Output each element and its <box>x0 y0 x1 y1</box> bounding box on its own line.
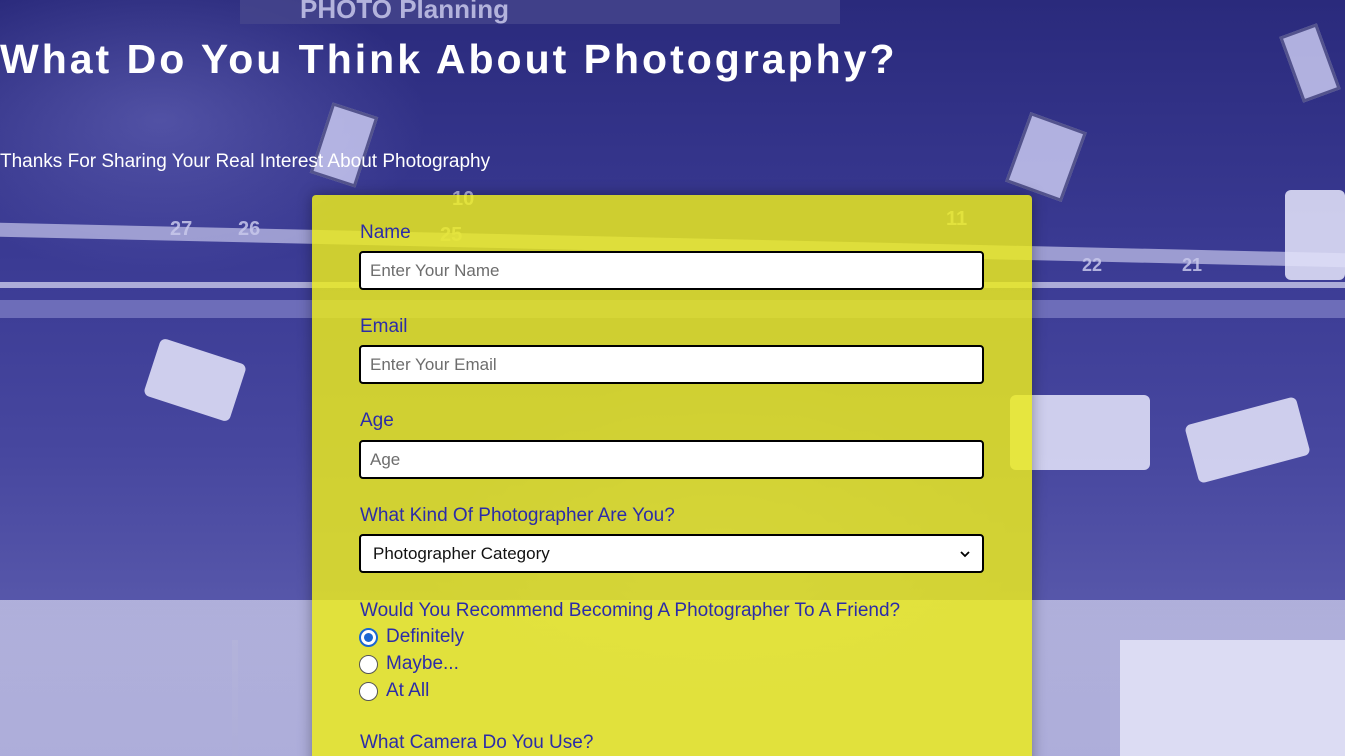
category-selected-value: Photographer Category <box>373 543 550 563</box>
studio-wall <box>1120 640 1345 756</box>
radio-label: Definitely <box>386 626 465 647</box>
survey-form: Name Email Age What Kind Of Photographer… <box>312 195 1032 756</box>
radio-option-at-all[interactable]: At All <box>359 680 429 702</box>
rail-number: 26 <box>238 218 261 240</box>
page-title: What Do You Think About Photography? <box>0 36 898 82</box>
radio-label: Maybe... <box>386 653 459 674</box>
chevron-down-icon <box>960 550 970 557</box>
email-input[interactable] <box>359 345 984 384</box>
radio-button-checked[interactable] <box>359 627 378 647</box>
studio-sign: PHOTO Planning <box>300 0 509 24</box>
radio-button[interactable] <box>359 654 378 674</box>
name-label: Name <box>360 222 411 243</box>
radio-option-definitely[interactable]: Definitely <box>359 626 464 648</box>
rail-number: 21 <box>1182 255 1203 275</box>
radio-label: At All <box>386 680 430 701</box>
name-input[interactable] <box>359 251 984 290</box>
diffuser <box>142 337 248 423</box>
category-select[interactable]: Photographer Category <box>359 534 984 573</box>
diffuser <box>1285 190 1345 280</box>
age-input[interactable] <box>359 440 984 479</box>
diffuser <box>1184 396 1311 484</box>
category-label: What Kind Of Photographer Are You? <box>360 505 675 526</box>
radio-option-maybe[interactable]: Maybe... <box>359 653 459 675</box>
rail-number: 27 <box>170 218 193 240</box>
softbox-light <box>309 102 379 188</box>
age-label: Age <box>360 410 394 431</box>
radio-button[interactable] <box>359 681 378 701</box>
email-label: Email <box>360 316 408 337</box>
rail-number: 22 <box>1082 255 1103 275</box>
page-subtitle: Thanks For Sharing Your Real Interest Ab… <box>0 151 491 172</box>
recommend-label: Would You Recommend Becoming A Photograp… <box>360 600 901 621</box>
camera-label: What Camera Do You Use? <box>360 732 594 753</box>
